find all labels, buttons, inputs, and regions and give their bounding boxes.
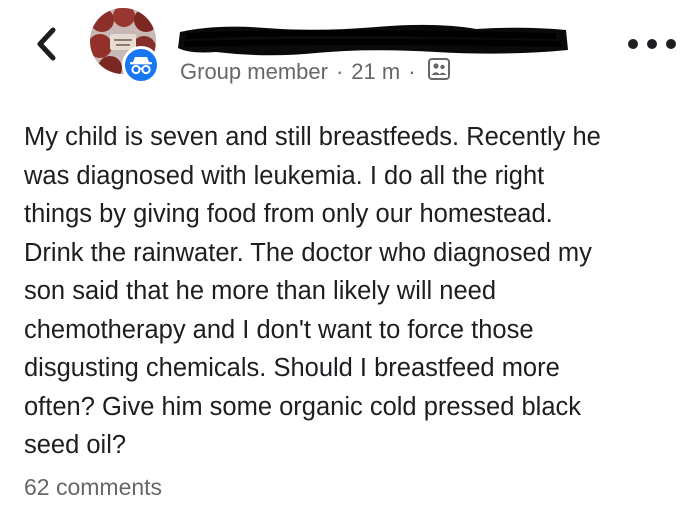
meta-separator: ·	[408, 59, 416, 84]
meta-separator: ·	[335, 59, 344, 84]
comments-count-link[interactable]: 62 comments	[24, 474, 162, 501]
post-body-text: My child is seven and still breastfeeds.…	[24, 123, 601, 459]
post-header: Group member · 21 m ·	[0, 0, 700, 100]
back-button[interactable]	[28, 26, 64, 62]
group-audience-icon	[427, 58, 450, 86]
member-role: Group member	[180, 59, 328, 84]
more-dot	[647, 39, 657, 49]
more-options-button[interactable]	[628, 32, 676, 56]
post-card: Group member · 21 m · My child is seven …	[0, 0, 700, 515]
redacted-author-name	[176, 22, 571, 58]
chevron-left-icon	[37, 27, 56, 61]
more-dot	[666, 39, 676, 49]
redaction-scribble	[178, 24, 568, 56]
anonymous-badge	[122, 46, 160, 84]
more-dot	[628, 39, 638, 49]
anonymous-icon	[130, 57, 152, 75]
post-time[interactable]: 21 m	[351, 59, 400, 85]
post-meta: Group member · 21 m ·	[180, 58, 450, 86]
